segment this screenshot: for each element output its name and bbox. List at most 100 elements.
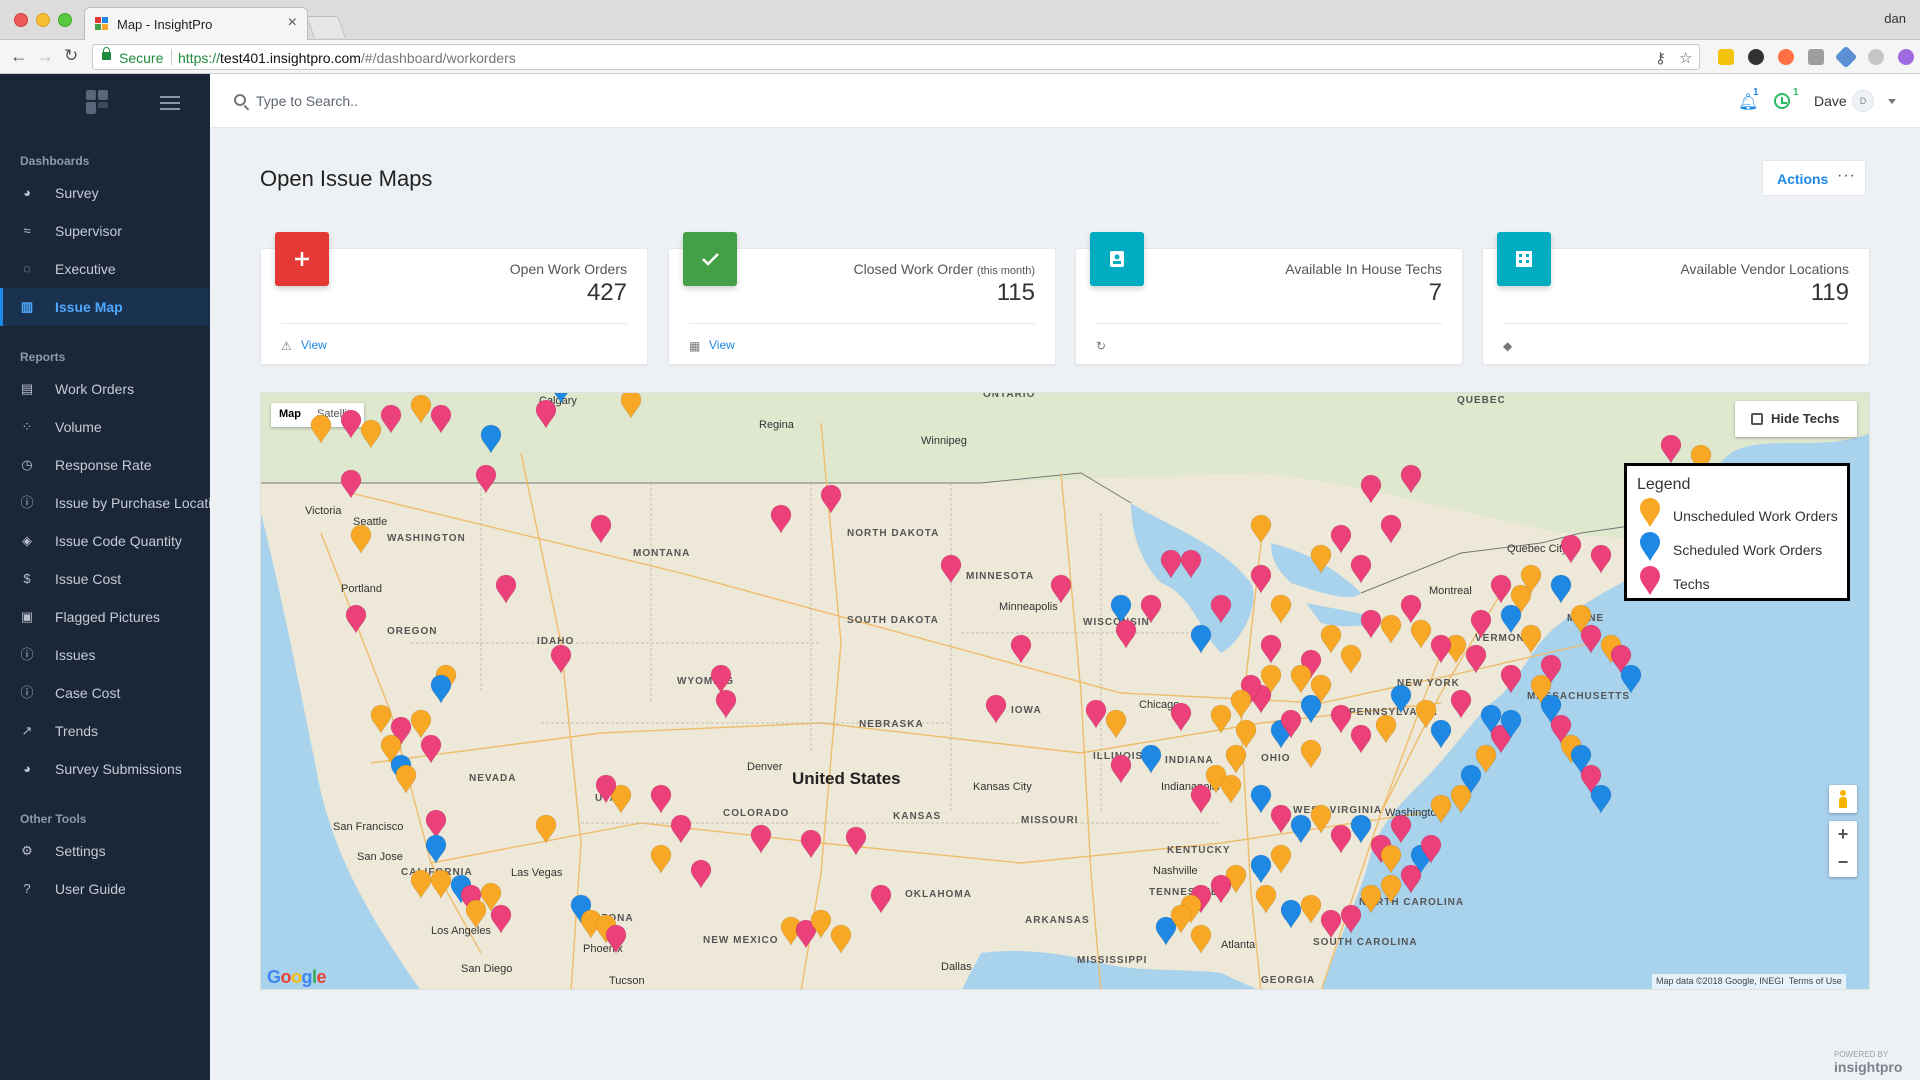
unscheduled-work-order-marker[interactable] [1230, 689, 1252, 719]
scheduled-work-order-marker[interactable] [1300, 694, 1322, 724]
unscheduled-work-order-marker[interactable] [360, 419, 382, 449]
sidebar-item-settings[interactable]: ⚙ Settings [0, 832, 210, 870]
tech-marker[interactable] [1210, 594, 1232, 624]
unscheduled-work-order-marker[interactable] [1270, 594, 1292, 624]
tech-marker[interactable] [1470, 609, 1492, 639]
sidebar-item-issue-by-purchase-location[interactable]: ⓘ Issue by Purchase Location [0, 484, 210, 522]
scheduled-work-order-marker[interactable] [1430, 719, 1452, 749]
extension-camera-icon[interactable] [1808, 49, 1824, 65]
tech-marker[interactable] [670, 814, 692, 844]
url-text[interactable]: https://test401.insightpro.com/#/dashboa… [178, 50, 516, 66]
tech-marker[interactable] [495, 574, 517, 604]
tech-marker[interactable] [1465, 644, 1487, 674]
scheduled-work-order-marker[interactable] [1140, 744, 1162, 774]
scheduled-work-order-marker[interactable] [430, 674, 452, 704]
unscheduled-work-order-marker[interactable] [1310, 544, 1332, 574]
unscheduled-work-order-marker[interactable] [370, 704, 392, 734]
unscheduled-work-order-marker[interactable] [410, 709, 432, 739]
tech-marker[interactable] [690, 859, 712, 889]
tech-marker[interactable] [420, 734, 442, 764]
unscheduled-work-order-marker[interactable] [1250, 514, 1272, 544]
scheduled-work-order-marker[interactable] [1620, 664, 1642, 694]
unscheduled-work-order-marker[interactable] [1380, 844, 1402, 874]
tech-marker[interactable] [1490, 574, 1512, 604]
tech-marker[interactable] [1560, 534, 1582, 564]
scheduled-work-order-marker[interactable] [551, 393, 571, 404]
unscheduled-work-order-marker[interactable] [1255, 884, 1277, 914]
unscheduled-work-order-marker[interactable] [1310, 804, 1332, 834]
sidebar-item-user-guide[interactable]: ? User Guide [0, 870, 210, 908]
chevron-down-icon[interactable] [1888, 99, 1896, 104]
refresh-icon[interactable]: ↻ [1096, 339, 1110, 353]
unscheduled-work-order-marker[interactable] [1450, 784, 1472, 814]
tech-marker[interactable] [1360, 474, 1382, 504]
actions-button[interactable]: Actions ··· [1762, 160, 1866, 196]
tech-marker[interactable] [750, 824, 772, 854]
reload-icon[interactable]: ↻ [64, 47, 78, 65]
tech-marker[interactable] [1140, 594, 1162, 624]
tech-marker[interactable] [430, 404, 452, 434]
tech-marker[interactable] [1350, 724, 1372, 754]
tech-marker[interactable] [1170, 702, 1192, 732]
unscheduled-work-order-marker[interactable] [1105, 709, 1127, 739]
tech-marker[interactable] [1390, 814, 1412, 844]
browser-tab-active[interactable]: Map - InsightPro × [84, 7, 308, 40]
tech-marker[interactable] [1210, 874, 1232, 904]
tech-marker[interactable] [475, 464, 497, 494]
scheduled-work-order-marker[interactable] [1250, 854, 1272, 884]
extension-arrow-icon[interactable] [1834, 45, 1858, 69]
sidebar-item-supervisor[interactable]: ≈ Supervisor [0, 212, 210, 250]
insightpro-logo[interactable] [84, 88, 112, 116]
extension-bird-icon[interactable] [1748, 49, 1764, 65]
tech-marker[interactable] [535, 399, 557, 429]
tech-marker[interactable] [345, 604, 367, 634]
scheduled-work-order-marker[interactable] [425, 834, 447, 864]
unscheduled-work-order-marker[interactable] [1520, 624, 1542, 654]
tech-marker[interactable] [1330, 704, 1352, 734]
tech-marker[interactable] [1190, 784, 1212, 814]
scheduled-work-order-marker[interactable] [1350, 814, 1372, 844]
tech-marker[interactable] [800, 829, 822, 859]
tech-marker[interactable] [1085, 699, 1107, 729]
tech-marker[interactable] [985, 694, 1007, 724]
tech-marker[interactable] [1010, 634, 1032, 664]
unscheduled-work-order-marker[interactable] [1360, 884, 1382, 914]
tech-marker[interactable] [550, 644, 572, 674]
unscheduled-work-order-marker[interactable] [1270, 844, 1292, 874]
tech-marker[interactable] [1350, 554, 1372, 584]
tech-marker[interactable] [770, 504, 792, 534]
unscheduled-work-order-marker[interactable] [1290, 664, 1312, 694]
sidebar-item-issue-cost[interactable]: $ Issue Cost [0, 560, 210, 598]
zoom-in-button[interactable]: + [1829, 821, 1857, 849]
tech-marker[interactable] [1380, 514, 1402, 544]
tech-marker[interactable] [1330, 524, 1352, 554]
scheduled-work-order-marker[interactable] [1280, 899, 1302, 929]
unscheduled-work-order-marker[interactable] [410, 394, 432, 424]
tech-marker[interactable] [1400, 594, 1422, 624]
sidebar-item-issue-code-quantity[interactable]: ◈ Issue Code Quantity [0, 522, 210, 560]
unscheduled-work-order-marker[interactable] [430, 869, 452, 899]
unscheduled-work-order-marker[interactable] [1430, 794, 1452, 824]
tech-marker[interactable] [1340, 904, 1362, 934]
tech-marker[interactable] [1110, 754, 1132, 784]
unscheduled-work-order-marker[interactable] [1300, 739, 1322, 769]
tech-marker[interactable] [1450, 689, 1472, 719]
issue-map[interactable]: Map Satellite ONTARIO QUEBEC NORTH DAKOTA… [260, 392, 1870, 990]
sidebar-item-executive[interactable]: ◌ Executive [0, 250, 210, 288]
unscheduled-work-order-marker[interactable] [650, 844, 672, 874]
unscheduled-work-order-marker[interactable] [395, 764, 417, 794]
tech-marker[interactable] [605, 924, 627, 954]
scheduled-work-order-marker[interactable] [1290, 814, 1312, 844]
unscheduled-work-order-marker[interactable] [1235, 719, 1257, 749]
sidebar-item-issues[interactable]: ⓘ Issues [0, 636, 210, 674]
hamburger-menu-icon[interactable] [160, 96, 180, 110]
minimize-window-button[interactable] [36, 13, 50, 27]
unscheduled-work-order-marker[interactable] [310, 414, 332, 444]
hide-techs-button[interactable]: Hide Techs [1735, 401, 1857, 437]
scheduled-work-order-marker[interactable] [480, 424, 502, 454]
tech-marker[interactable] [1500, 664, 1522, 694]
sidebar-item-work-orders[interactable]: ▤ Work Orders [0, 370, 210, 408]
unscheduled-work-order-marker[interactable] [1190, 924, 1212, 954]
tech-marker[interactable] [340, 409, 362, 439]
scheduled-work-order-marker[interactable] [1590, 784, 1612, 814]
